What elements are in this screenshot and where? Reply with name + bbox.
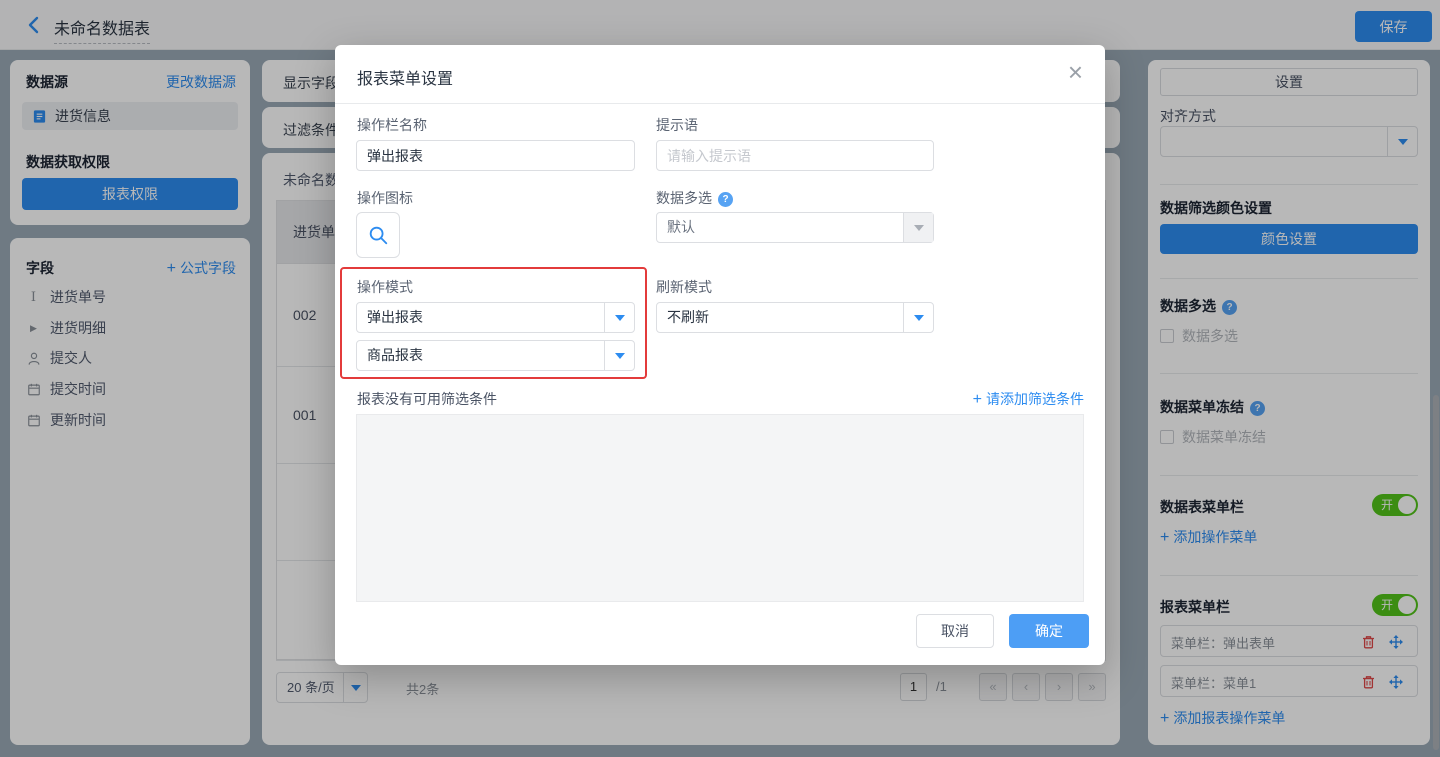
caret-down-icon	[903, 303, 933, 332]
data-multiselect-select[interactable]: 默认	[656, 212, 934, 243]
help-icon[interactable]: ?	[718, 192, 733, 207]
action-name-input[interactable]	[356, 140, 635, 171]
filter-note: 报表没有可用筛选条件	[357, 391, 497, 407]
tip-input[interactable]	[656, 140, 934, 171]
caret-down-icon	[903, 213, 933, 242]
caret-down-icon	[604, 341, 634, 370]
search-icon	[369, 226, 388, 245]
app-root: 未命名数据表 保存 数据源 更改数据源 进货信息 数据获取权限 报表权限 字段 …	[0, 0, 1440, 757]
modal-title: 报表菜单设置	[357, 71, 454, 88]
refresh-mode-label: 刷新模式	[656, 279, 712, 295]
confirm-button[interactable]: 确定	[1009, 614, 1089, 648]
operation-target-select[interactable]: 商品报表	[356, 340, 635, 371]
refresh-mode-select[interactable]: 不刷新	[656, 302, 934, 333]
operation-mode-select[interactable]: 弹出报表	[356, 302, 635, 333]
action-icon-label: 操作图标	[357, 190, 413, 206]
report-menu-settings-modal: 报表菜单设置 × 操作栏名称 提示语 操作图标 数据多选? 默认 操作模式 弹出…	[335, 45, 1105, 665]
cancel-button[interactable]: 取消	[916, 614, 994, 648]
plus-icon: +	[972, 391, 982, 408]
action-name-label: 操作栏名称	[357, 117, 427, 133]
modal-header-divider	[335, 103, 1105, 104]
tip-label: 提示语	[656, 117, 698, 133]
operation-mode-label: 操作模式	[357, 279, 413, 295]
add-filter-link[interactable]: + 请添加筛选条件	[973, 389, 1084, 409]
caret-down-icon	[604, 303, 634, 332]
filter-conditions-area	[356, 414, 1084, 602]
data-multiselect-label: 数据多选?	[656, 188, 733, 208]
action-icon-button[interactable]	[356, 212, 400, 258]
close-icon[interactable]: ×	[1068, 59, 1083, 85]
